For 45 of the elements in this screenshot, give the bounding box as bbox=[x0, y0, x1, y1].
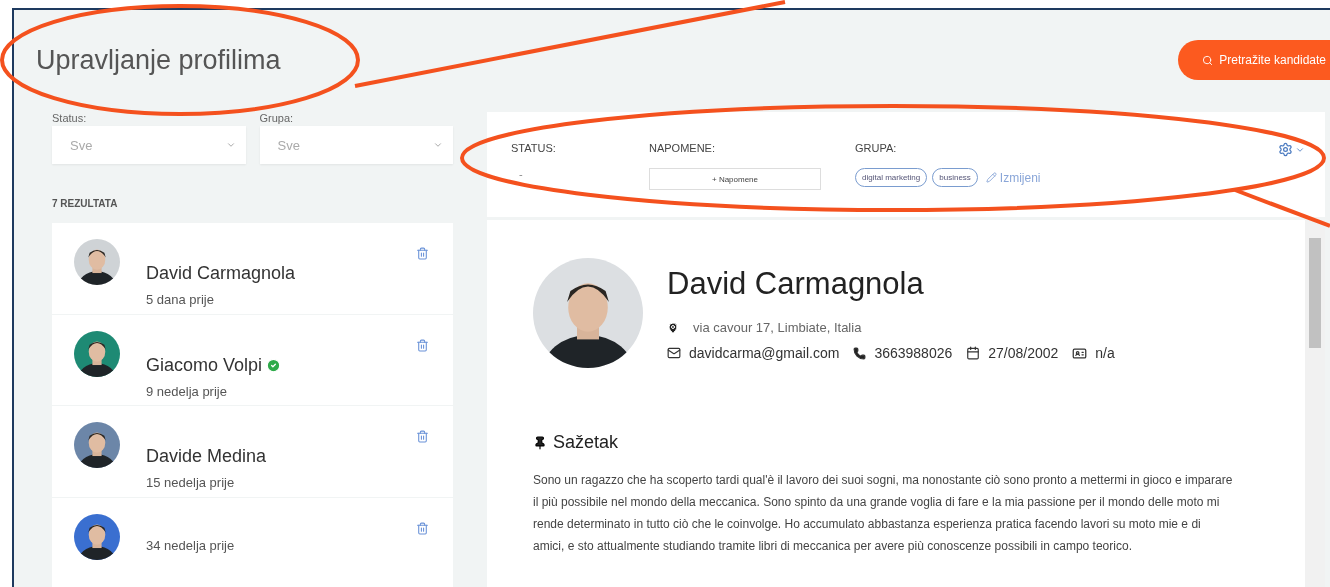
group-label: GRUPA: bbox=[855, 142, 898, 154]
settings-icon bbox=[1278, 142, 1293, 157]
profile-address: via cavour 17, Limbiate, Italia bbox=[693, 320, 862, 335]
pin-icon bbox=[533, 435, 547, 450]
candidate-card[interactable]: David Carmagnola 5 dana prije bbox=[52, 223, 453, 314]
summary-heading: Sažetak bbox=[553, 432, 619, 453]
delete-icon[interactable] bbox=[416, 521, 429, 535]
candidate-time: 34 nedelja prije bbox=[146, 537, 236, 553]
filter-label: Grupa: bbox=[259, 112, 295, 124]
location-icon bbox=[667, 321, 679, 334]
calendar-icon bbox=[966, 346, 981, 360]
candidate-card[interactable]: Davide Medina 15 nedelja prije bbox=[52, 406, 453, 497]
caret-icon bbox=[225, 140, 236, 150]
profile-id: n/a bbox=[1095, 345, 1115, 361]
profile-name: David Carmagnola bbox=[667, 266, 925, 302]
caret-icon bbox=[433, 140, 443, 150]
settings-button[interactable] bbox=[1278, 142, 1305, 157]
notes-label: NAPOMENE: bbox=[649, 142, 716, 154]
delete-icon[interactable] bbox=[416, 430, 429, 443]
id-card-icon bbox=[1072, 345, 1088, 361]
summary-text: Sono un ragazzo che ha scoperto tardi qual'è il lavoro dei suoi sogni, ma nonostante ciò sono pronto a mettermi in gioco e imparare il più possibile nel mondo della meccanica. Sono spinto da una grande voglia di fare e la mia passione per il mondo delle moto mi rende determinato in tutto ciò che le coinvolge. Ho accumulato abbastanza esperienza pratica facendo lavori su moto mie e di amici, e sto attualmente studiando tramite libri di meccanica per avere più conoscenze possibili in campo teorico. bbox=[533, 472, 1233, 555]
candidate-card[interactable]: Giacomo Volpi 9 nedelja prije bbox=[52, 314, 453, 405]
email-icon bbox=[667, 346, 681, 360]
add-notes-button[interactable]: + Napomene bbox=[649, 168, 821, 190]
delete-icon[interactable] bbox=[416, 247, 429, 260]
candidate-name: Giacomo Volpi bbox=[146, 354, 390, 376]
phone-icon bbox=[853, 346, 867, 360]
status-label: STATUS: bbox=[511, 142, 557, 154]
candidate-name: Davide Medina bbox=[146, 446, 268, 467]
status-value: - bbox=[518, 168, 524, 180]
filter-label: Status: bbox=[52, 112, 88, 124]
candidate-time: 5 dana prije bbox=[146, 292, 215, 307]
profile-birthdate: 27/08/2002 bbox=[988, 345, 1059, 361]
profile-email: davidcarma@gmail.com bbox=[689, 345, 840, 361]
scrollbar[interactable] bbox=[1305, 220, 1325, 587]
page-title: Upravljanje profilima bbox=[36, 44, 281, 76]
delete-icon[interactable] bbox=[416, 338, 429, 352]
profile-phone: 3663988026 bbox=[874, 345, 953, 361]
search-icon bbox=[1202, 54, 1214, 66]
candidate-card[interactable]: 34 nedelja prije bbox=[52, 497, 453, 587]
pencil-icon bbox=[985, 172, 997, 183]
candidate-name: David Carmagnola bbox=[146, 263, 297, 284]
results-count: 7 REZULTATA bbox=[52, 198, 119, 209]
candidate-time: 9 nedelja prije bbox=[146, 383, 228, 399]
candidate-time: 15 nedelja prije bbox=[146, 475, 236, 490]
